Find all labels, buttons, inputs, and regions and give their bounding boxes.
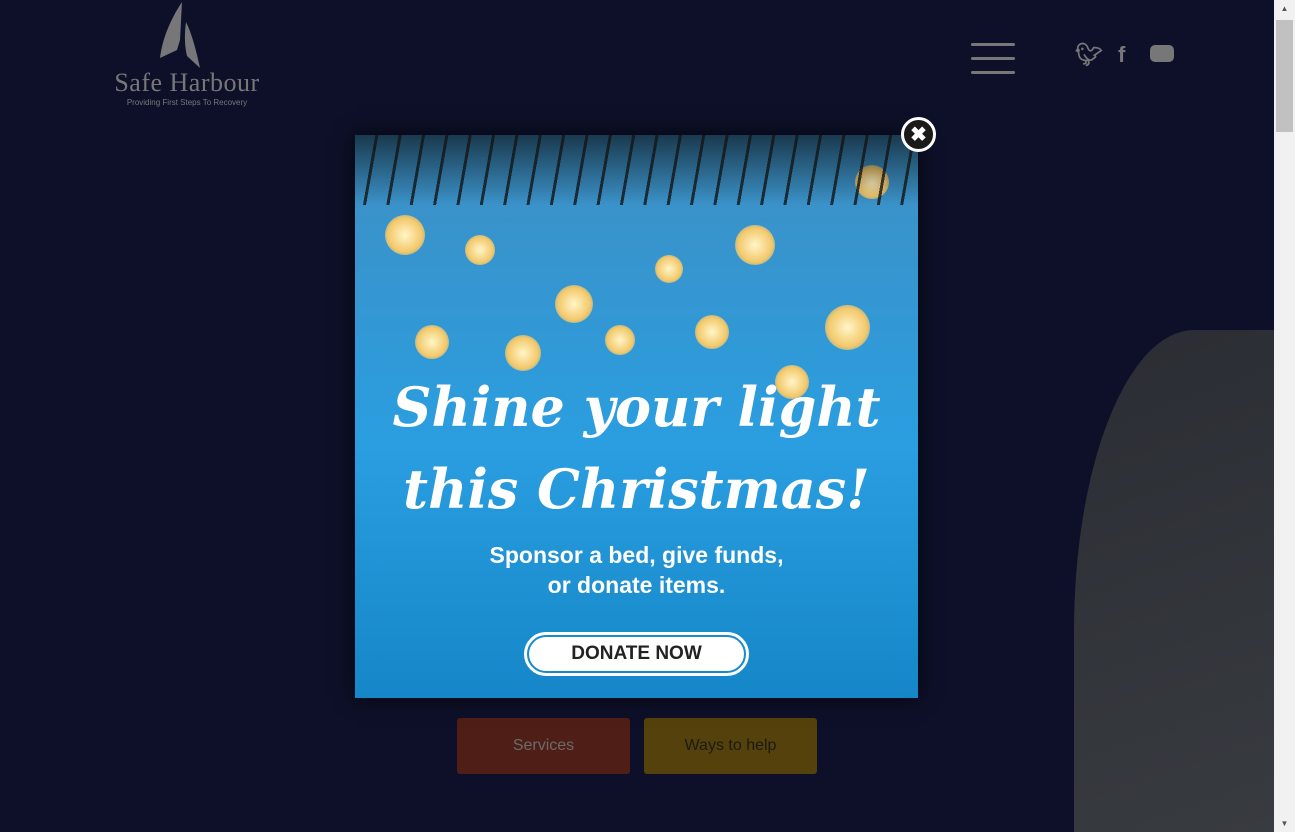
services-button[interactable]: Services [457,718,630,774]
popup-headline-1: Shine your light [392,375,881,439]
scroll-up-arrow-icon[interactable]: ▲ [1274,4,1295,13]
popup-subtext-2: or donate items. [547,572,726,598]
christmas-popup: Shine your light this Christmas! Sponsor… [355,135,918,698]
sail-icon [160,2,200,68]
logo-name: Safe Harbour [114,68,260,97]
logo-tagline: Providing First Steps To Recovery [126,98,248,107]
close-popup-icon[interactable]: ✖ [901,117,936,152]
hero-person-image [1074,330,1274,832]
scrollbar-thumb[interactable] [1276,20,1293,132]
string-lights [355,135,918,205]
facebook-icon[interactable]: f [1118,42,1125,68]
twitter-icon[interactable]: 🐦︎ [1075,42,1103,68]
popup-subtext-1: Sponsor a bed, give funds, [489,542,784,568]
ways-to-help-button[interactable]: Ways to help [644,718,817,774]
popup-subtext: Sponsor a bed, give funds, or donate item… [355,540,918,600]
hamburger-menu-icon[interactable] [971,43,1015,74]
popup-headline-2: this Christmas! [403,457,870,521]
logo[interactable]: Safe Harbour Providing First Steps To Re… [96,0,278,112]
donate-now-button[interactable]: DONATE NOW [524,632,749,676]
youtube-icon[interactable] [1150,45,1174,62]
donate-now-label: DONATE NOW [529,637,744,671]
scroll-down-arrow-icon[interactable]: ▼ [1274,819,1295,828]
scrollbar[interactable]: ▲ ▼ [1274,0,1295,832]
